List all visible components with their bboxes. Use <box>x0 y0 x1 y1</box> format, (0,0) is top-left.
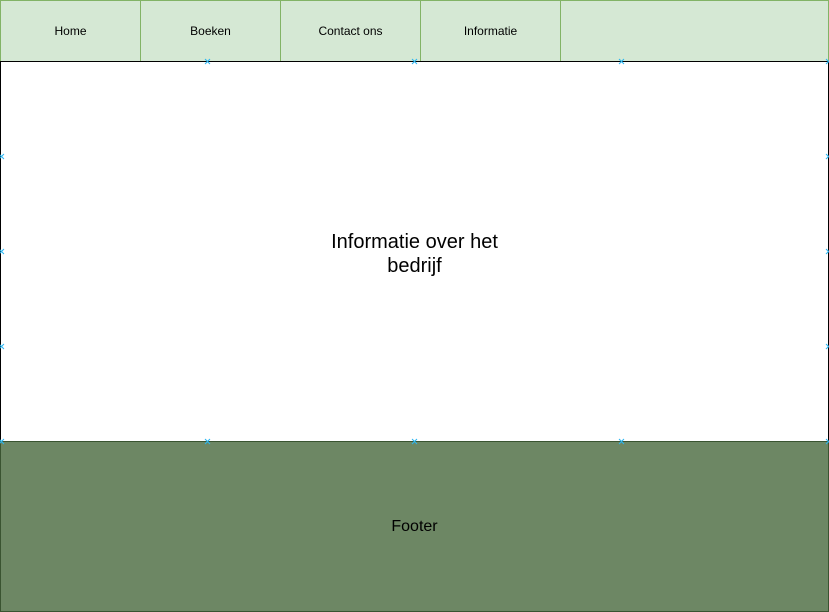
nav-item-informatie[interactable]: Informatie <box>420 0 561 62</box>
connection-point-icon[interactable] <box>0 439 4 444</box>
nav-item-empty[interactable] <box>560 0 829 62</box>
footer-text: Footer <box>391 517 438 535</box>
nav-item-label: Home <box>54 24 87 38</box>
connection-point-icon[interactable] <box>205 59 210 64</box>
connection-point-icon[interactable] <box>0 249 4 254</box>
connection-point-icon[interactable] <box>0 154 4 159</box>
top-navigation: Home Boeken Contact ons Informatie <box>0 0 829 62</box>
main-content-text: Informatie over het bedrijf <box>331 230 498 277</box>
connection-point-icon[interactable] <box>619 439 624 444</box>
nav-item-home[interactable]: Home <box>0 0 141 62</box>
nav-item-label: Informatie <box>463 24 518 38</box>
connection-point-icon[interactable] <box>412 439 417 444</box>
nav-item-label: Boeken <box>190 24 231 38</box>
nav-item-boeken[interactable]: Boeken <box>140 0 281 62</box>
connection-point-icon[interactable] <box>619 59 624 64</box>
diagram-canvas: Home Boeken Contact ons Informatie Infor… <box>0 0 829 612</box>
main-content-box[interactable]: Informatie over het bedrijf <box>0 61 829 442</box>
nav-item-contact-ons[interactable]: Contact ons <box>280 0 421 62</box>
connection-point-icon[interactable] <box>205 439 210 444</box>
nav-item-label: Contact ons <box>318 24 383 38</box>
footer-box[interactable]: Footer <box>0 441 829 612</box>
connection-point-icon[interactable] <box>0 344 4 349</box>
connection-point-icon[interactable] <box>412 59 417 64</box>
